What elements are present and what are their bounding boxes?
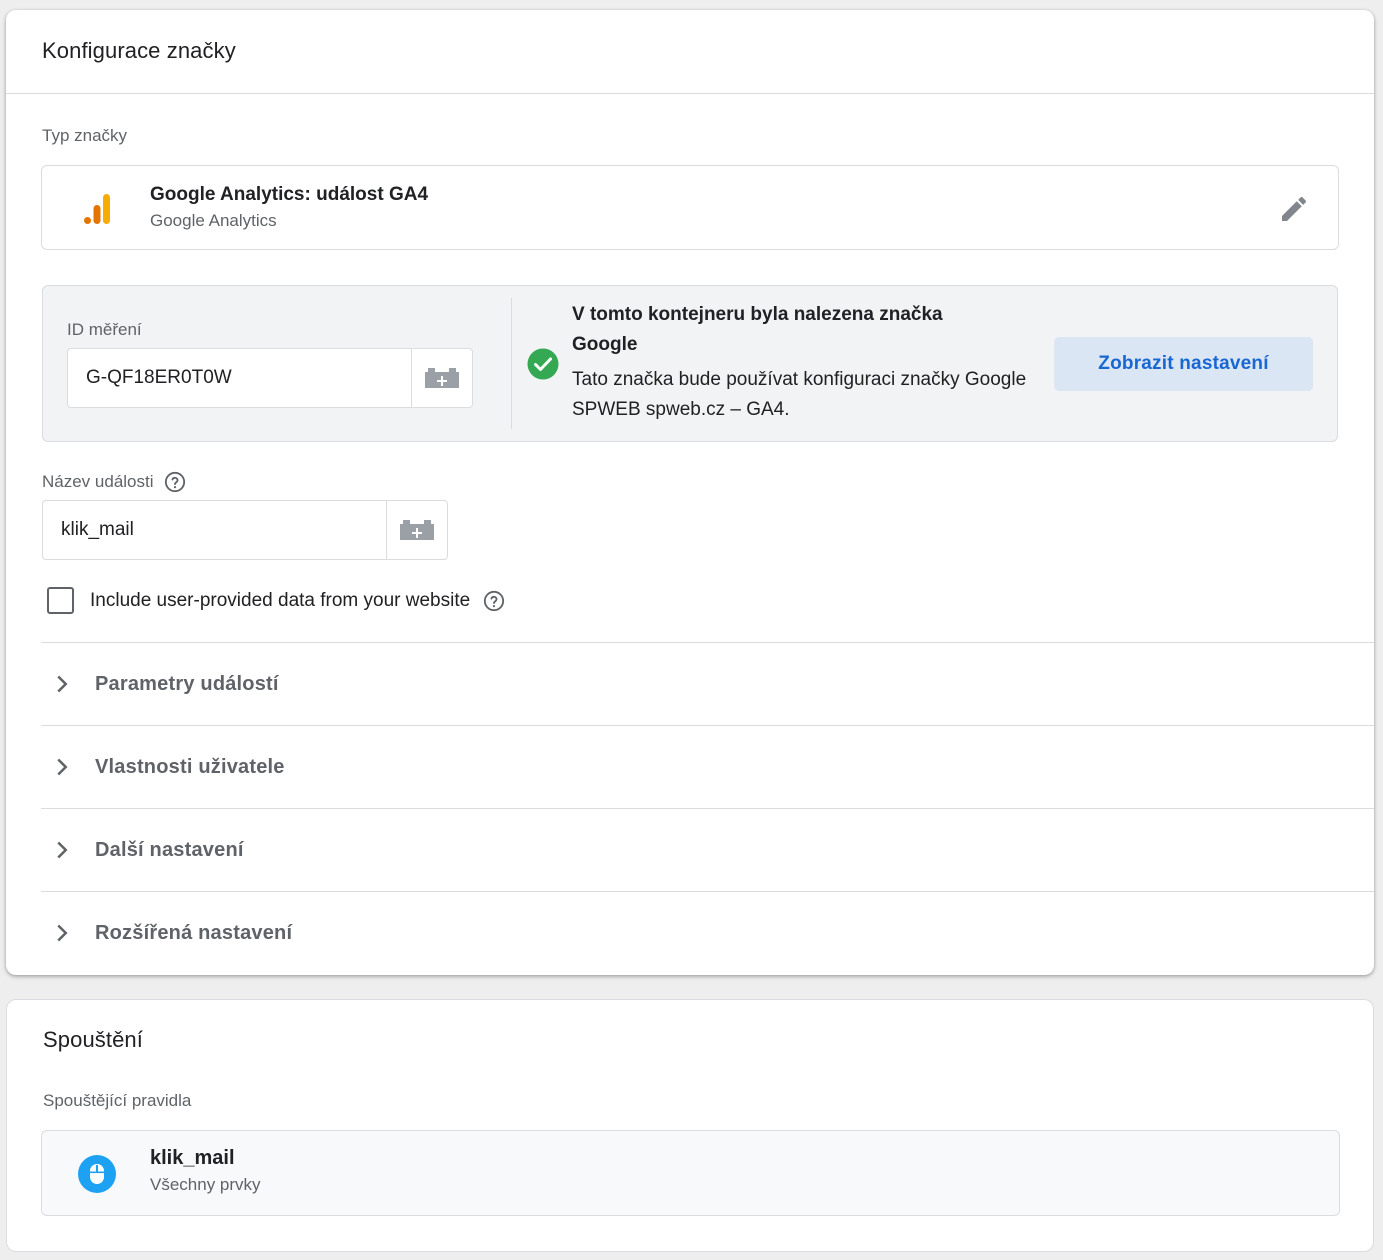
google-tag-found-title: V tomto kontejneru byla nalezena značka … bbox=[572, 304, 943, 355]
event-name-label-row: Název události bbox=[42, 471, 186, 493]
measurement-id-field: G-QF18ER0T0W bbox=[67, 348, 473, 408]
event-name-label: Název události bbox=[42, 472, 154, 491]
trigger-item[interactable]: klik_mail Všechny prvky bbox=[41, 1130, 1340, 1216]
title-divider bbox=[6, 93, 1374, 94]
event-name-input[interactable]: klik_mail bbox=[43, 501, 386, 559]
chevron-right-icon bbox=[57, 924, 68, 942]
insert-variable-button[interactable] bbox=[386, 501, 447, 559]
chevron-right-icon bbox=[57, 758, 68, 776]
section-event-parameters[interactable]: Parametry událostí bbox=[41, 642, 1374, 725]
measurement-id-panel: ID měření G-QF18ER0T0W V tomto kontejner… bbox=[42, 285, 1338, 442]
include-user-data-checkbox[interactable] bbox=[47, 587, 74, 614]
chevron-right-icon bbox=[57, 841, 68, 859]
tag-configuration-title: Konfigurace značky bbox=[42, 38, 236, 63]
measurement-id-input[interactable]: G-QF18ER0T0W bbox=[68, 349, 411, 407]
section-label: Další nastavení bbox=[95, 838, 244, 861]
trigger-name: klik_mail bbox=[150, 1147, 235, 1169]
panel-divider bbox=[511, 298, 512, 429]
include-user-data-label[interactable]: Include user-provided data from your web… bbox=[90, 590, 470, 612]
edit-pencil-icon[interactable] bbox=[1278, 193, 1310, 225]
tag-type-label: Typ značky bbox=[42, 126, 128, 145]
help-icon[interactable] bbox=[164, 471, 186, 493]
triggering-title: Spouštění bbox=[43, 1027, 143, 1052]
variable-block-icon bbox=[425, 368, 459, 388]
chevron-right-icon bbox=[57, 675, 68, 693]
help-icon[interactable] bbox=[483, 590, 505, 612]
section-user-properties[interactable]: Vlastnosti uživatele bbox=[41, 725, 1374, 808]
check-circle-icon bbox=[527, 348, 559, 380]
tag-type-name: Google Analytics: událost GA4 bbox=[150, 184, 429, 205]
insert-variable-button[interactable] bbox=[411, 349, 472, 407]
section-more-settings[interactable]: Další nastavení bbox=[41, 808, 1374, 891]
section-label: Rozšířená nastavení bbox=[95, 921, 293, 944]
measurement-id-label: ID měření bbox=[67, 320, 142, 339]
firing-triggers-label: Spouštějící pravidla bbox=[43, 1091, 192, 1110]
section-label: Vlastnosti uživatele bbox=[95, 755, 285, 778]
tag-configuration-card: Konfigurace značky Typ značky Google Ana… bbox=[6, 10, 1374, 975]
variable-block-icon bbox=[400, 520, 434, 540]
google-analytics-icon bbox=[84, 194, 110, 224]
mouse-click-icon bbox=[78, 1155, 116, 1193]
section-label: Parametry událostí bbox=[95, 672, 279, 695]
section-advanced-settings[interactable]: Rozšířená nastavení bbox=[41, 891, 1374, 974]
trigger-type: Všechny prvky bbox=[150, 1175, 261, 1194]
google-tag-found-description: Tato značka bude používat konfiguraci zn… bbox=[572, 369, 1027, 420]
show-settings-button[interactable]: Zobrazit nastavení bbox=[1054, 337, 1313, 391]
triggering-card: Spouštění Spouštějící pravidla klik_mail… bbox=[6, 999, 1374, 1252]
include-user-data-row: Include user-provided data from your web… bbox=[47, 587, 505, 614]
event-name-field: klik_mail bbox=[42, 500, 448, 560]
tag-type-selector[interactable]: Google Analytics: událost GA4 Google Ana… bbox=[41, 165, 1339, 250]
tag-type-vendor: Google Analytics bbox=[150, 211, 277, 230]
